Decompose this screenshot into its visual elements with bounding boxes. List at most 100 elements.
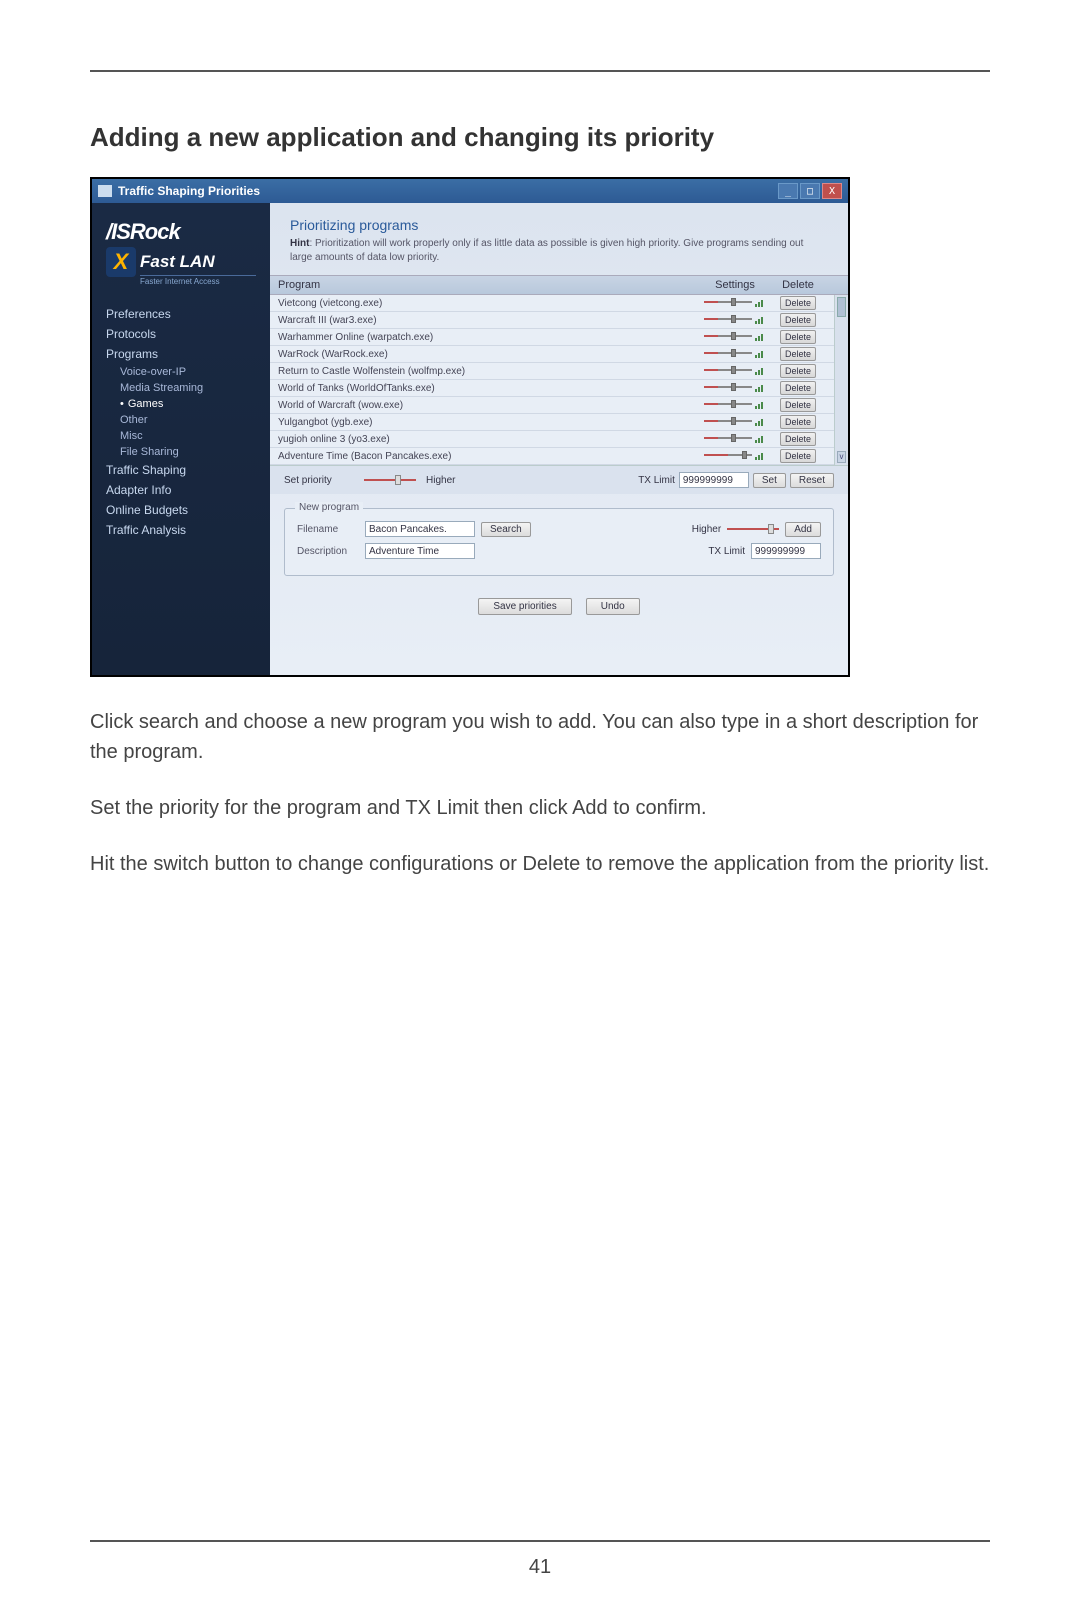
table-row[interactable]: Adventure Time (Bacon Pancakes.exe)Delet… — [270, 448, 834, 465]
panel-title: Prioritizing programs — [290, 217, 828, 233]
program-list: Vietcong (vietcong.exe)DeleteWarcraft II… — [270, 295, 834, 465]
table-row[interactable]: Return to Castle Wolfenstein (wolfmp.exe… — [270, 363, 834, 380]
settings-cell[interactable] — [700, 433, 770, 446]
page-number: 41 — [529, 1556, 551, 1578]
settings-cell[interactable] — [700, 416, 770, 429]
sidebar-item-games[interactable]: Games — [92, 396, 270, 412]
sidebar-item-online-budgets[interactable]: Online Budgets — [92, 500, 270, 520]
search-button[interactable]: Search — [481, 522, 531, 537]
program-cell: Yulgangbot (ygb.exe) — [278, 417, 700, 428]
delete-button[interactable]: Delete — [780, 364, 816, 378]
delete-button[interactable]: Delete — [780, 330, 816, 344]
new-program-group: New program Filename Search Higher Add D… — [284, 508, 834, 576]
table-row[interactable]: Warcraft III (war3.exe) Delete — [270, 312, 834, 329]
sidebar: /ISRock X Fast LAN Faster Internet Acces… — [92, 203, 270, 675]
scrollbar[interactable]: v — [834, 295, 848, 465]
delete-cell: Delete — [770, 296, 826, 310]
description-input[interactable] — [365, 543, 475, 559]
save-priorities-button[interactable]: Save priorities — [478, 598, 571, 615]
instruction-1: Click search and choose a new program yo… — [90, 707, 990, 767]
program-cell: World of Warcraft (wow.exe) — [278, 400, 700, 411]
delete-button[interactable]: Delete — [780, 381, 816, 395]
delete-button[interactable]: Delete — [780, 313, 816, 327]
scroll-thumb[interactable] — [837, 297, 846, 317]
sidebar-item-file-sharing[interactable]: File Sharing — [92, 444, 270, 460]
delete-button[interactable]: Delete — [780, 449, 816, 463]
brand-product: Fast LAN — [140, 252, 215, 272]
delete-button[interactable]: Delete — [780, 398, 816, 412]
table-row[interactable]: WarRock (WarRock.exe)Delete — [270, 346, 834, 363]
delete-cell: Delete — [770, 381, 826, 395]
table-row[interactable]: World of Tanks (WorldOfTanks.exe) Delete — [270, 380, 834, 397]
delete-button[interactable]: Delete — [780, 296, 816, 310]
section-title: Adding a new application and changing it… — [90, 122, 990, 153]
sidebar-item-traffic-shaping[interactable]: Traffic Shaping — [92, 460, 270, 480]
delete-cell: Delete — [770, 347, 826, 361]
window-icon — [98, 185, 112, 197]
new-program-legend: New program — [295, 502, 363, 513]
sidebar-item-media-streaming[interactable]: Media Streaming — [92, 380, 270, 396]
delete-button[interactable]: Delete — [780, 415, 816, 429]
delete-cell: Delete — [770, 364, 826, 378]
col-settings[interactable]: Settings — [700, 279, 770, 291]
txlimit-input[interactable] — [679, 472, 749, 488]
program-cell: Warhammer Online (warpatch.exe) — [278, 332, 700, 343]
program-cell: Return to Castle Wolfenstein (wolfmp.exe… — [278, 366, 700, 377]
undo-button[interactable]: Undo — [586, 598, 640, 615]
table-row[interactable]: Warhammer Online (warpatch.exe) Delete — [270, 329, 834, 346]
settings-cell[interactable] — [700, 331, 770, 344]
reset-button[interactable]: Reset — [790, 473, 834, 488]
settings-cell[interactable] — [700, 297, 770, 310]
settings-cell[interactable] — [700, 348, 770, 361]
sidebar-item-misc[interactable]: Misc — [92, 428, 270, 444]
new-txlimit-input[interactable] — [751, 543, 821, 559]
maximize-button[interactable]: □ — [800, 183, 820, 199]
filename-input[interactable] — [365, 521, 475, 537]
col-program[interactable]: Program — [278, 279, 700, 291]
new-txlimit-label: TX Limit — [708, 546, 745, 557]
priority-slider[interactable] — [364, 474, 416, 486]
minimize-button[interactable]: _ — [778, 183, 798, 199]
delete-cell: Delete — [770, 398, 826, 412]
new-priority-slider[interactable] — [727, 523, 779, 535]
delete-cell: Delete — [770, 330, 826, 344]
add-button[interactable]: Add — [785, 522, 821, 537]
table-row[interactable]: Yulgangbot (ygb.exe) Delete — [270, 414, 834, 431]
table-row[interactable]: Vietcong (vietcong.exe) Delete — [270, 295, 834, 312]
sidebar-item-other[interactable]: Other — [92, 412, 270, 428]
delete-button[interactable]: Delete — [780, 347, 816, 361]
program-cell: World of Tanks (WorldOfTanks.exe) — [278, 383, 700, 394]
table-row[interactable]: World of Warcraft (wow.exe) Delete — [270, 397, 834, 414]
col-delete[interactable]: Delete — [770, 279, 826, 291]
new-priority-level: Higher — [692, 524, 721, 535]
settings-cell[interactable] — [700, 450, 770, 463]
sidebar-item-preferences[interactable]: Preferences — [92, 304, 270, 324]
brand: /ISRock X Fast LAN Faster Internet Acces… — [92, 213, 270, 296]
delete-button[interactable]: Delete — [780, 432, 816, 446]
program-cell: Vietcong (vietcong.exe) — [278, 298, 700, 309]
settings-cell[interactable] — [700, 365, 770, 378]
scroll-down-icon[interactable]: v — [837, 451, 846, 463]
settings-cell[interactable] — [700, 314, 770, 327]
program-cell: yugioh online 3 (yo3.exe) — [278, 434, 700, 445]
table-row[interactable]: yugioh online 3 (yo3.exe) Delete — [270, 431, 834, 448]
hint-label: Hint — [290, 238, 309, 249]
set-button[interactable]: Set — [753, 473, 786, 488]
close-button[interactable]: X — [822, 183, 842, 199]
set-priority-label: Set priority — [284, 475, 354, 486]
instruction-2: Set the priority for the program and TX … — [90, 793, 990, 823]
titlebar[interactable]: Traffic Shaping Priorities _ □ X — [92, 179, 848, 203]
sidebar-item-protocols[interactable]: Protocols — [92, 324, 270, 344]
sidebar-item-programs[interactable]: Programs — [92, 344, 270, 364]
main-panel: Prioritizing programs Hint: Prioritizati… — [270, 203, 848, 675]
settings-cell[interactable] — [700, 399, 770, 412]
settings-cell[interactable] — [700, 382, 770, 395]
sidebar-item-traffic-analysis[interactable]: Traffic Analysis — [92, 520, 270, 540]
set-priority-bar: Set priority Higher TX Limit Set Reset — [270, 465, 848, 494]
sidebar-item-adapter-info[interactable]: Adapter Info — [92, 480, 270, 500]
panel-hint: Hint: Prioritization will work properly … — [290, 237, 828, 265]
program-cell: Warcraft III (war3.exe) — [278, 315, 700, 326]
instruction-3: Hit the switch button to change configur… — [90, 849, 990, 879]
description-label: Description — [297, 546, 359, 557]
sidebar-item-voice-over-ip[interactable]: Voice-over-IP — [92, 364, 270, 380]
